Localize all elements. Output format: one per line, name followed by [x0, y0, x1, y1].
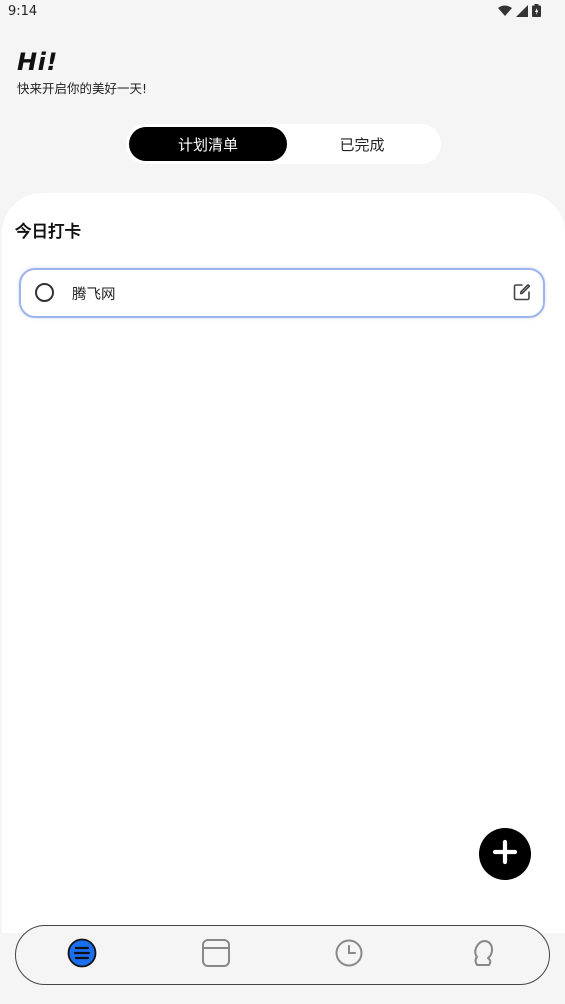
- add-task-button[interactable]: [479, 828, 531, 880]
- task-item[interactable]: 腾飞网: [19, 268, 545, 318]
- bottom-nav: [15, 925, 550, 985]
- hi-title: Hi!: [17, 48, 58, 76]
- status-bar: 9:14: [0, 0, 565, 24]
- greeting-text: 快来开启你的美好一天!: [17, 81, 148, 96]
- status-icons: [498, 4, 541, 17]
- task-checkbox[interactable]: [35, 283, 54, 302]
- wifi-icon: [498, 5, 512, 17]
- nav-item-history[interactable]: [332, 938, 366, 972]
- edit-icon[interactable]: [513, 283, 531, 305]
- section-title: 今日打卡: [15, 222, 81, 241]
- calendar-icon: [201, 938, 231, 972]
- battery-icon: [532, 4, 541, 17]
- nav-item-profile[interactable]: [466, 938, 500, 972]
- tab-plan-list[interactable]: 计划清单: [129, 127, 287, 161]
- segment-control: 计划清单 已完成: [126, 124, 441, 164]
- plus-icon: [492, 839, 518, 869]
- task-label: 腾飞网: [72, 287, 116, 303]
- signal-icon: [516, 4, 528, 17]
- list-icon: [67, 938, 97, 972]
- profile-icon: [468, 938, 498, 972]
- clock-icon: [334, 938, 364, 972]
- nav-item-list[interactable]: [65, 938, 99, 972]
- tab-completed[interactable]: 已完成: [287, 127, 437, 161]
- nav-item-calendar[interactable]: [199, 938, 233, 972]
- status-time: 9:14: [8, 4, 38, 19]
